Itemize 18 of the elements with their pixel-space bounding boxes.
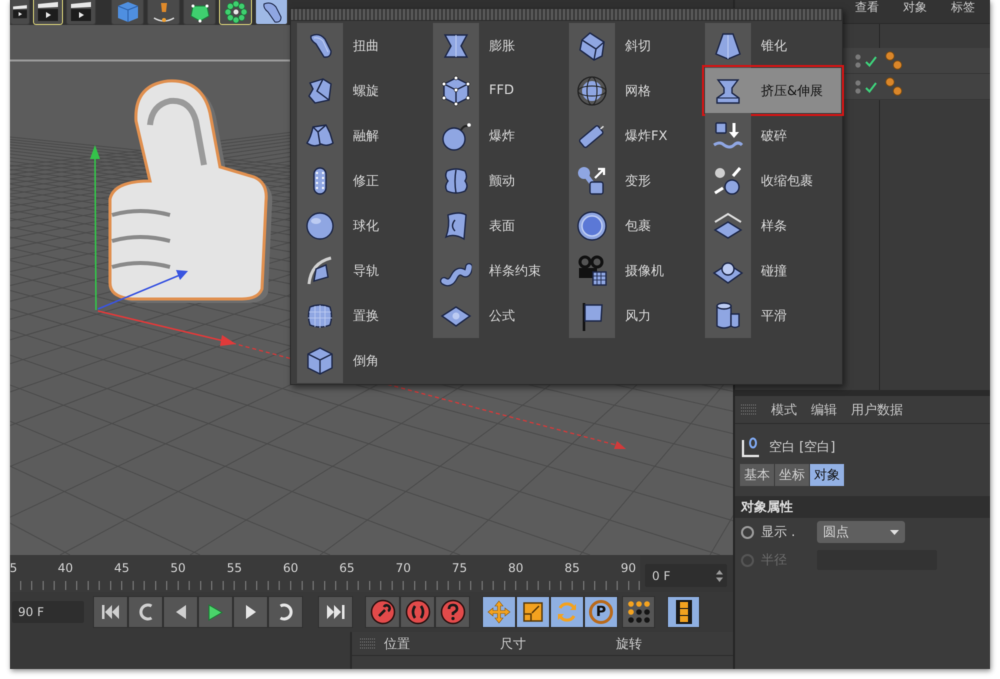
column-heading: 旋转 bbox=[616, 636, 643, 652]
frame-number: 5 bbox=[10, 561, 18, 575]
frame-number: 70 bbox=[394, 561, 412, 575]
frame-number: 75 bbox=[450, 561, 468, 575]
column-heading: 位置 bbox=[384, 636, 411, 652]
frame-number: 50 bbox=[169, 561, 187, 575]
object-title: 空白 [空白] bbox=[769, 439, 836, 456]
column-heading: 尺寸 bbox=[500, 636, 527, 652]
frame-number: 80 bbox=[507, 561, 524, 575]
frame-number: 60 bbox=[282, 561, 300, 575]
frame-number: 40 bbox=[56, 561, 74, 575]
frame-number: 55 bbox=[226, 561, 243, 575]
frame-number: 65 bbox=[338, 561, 356, 575]
frame-number: 90 bbox=[620, 561, 638, 575]
frame-number: 45 bbox=[113, 561, 130, 575]
section-header: 对象属性 bbox=[735, 496, 990, 518]
field-label: 显示 . bbox=[761, 524, 796, 541]
frame-number: 85 bbox=[563, 561, 581, 575]
